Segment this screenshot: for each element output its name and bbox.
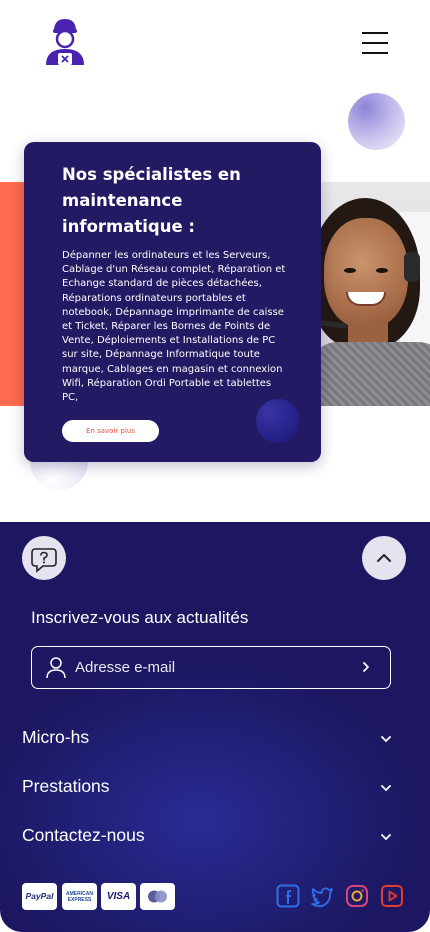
- instagram-icon[interactable]: [345, 884, 369, 908]
- newsletter-title: Inscrivez-vous aux actualités: [31, 608, 249, 627]
- visa-badge: VISA: [101, 883, 136, 910]
- support-agent-photo: [318, 182, 430, 406]
- accordion-micro-hs[interactable]: Micro-hs: [22, 723, 402, 753]
- card-title: Nos spécialistes en maintenance informat…: [62, 165, 241, 236]
- technician-logo-icon[interactable]: [44, 17, 86, 67]
- accordion-label: Contactez-nous: [22, 825, 145, 845]
- chevron-down-icon: [381, 785, 391, 792]
- paypal-badge: PayPal: [22, 883, 57, 910]
- mastercard-icon: [148, 890, 167, 903]
- mastercard-badge: [140, 883, 175, 910]
- card-description: Dépanner les ordinateurs et les Serveurs…: [62, 250, 286, 404]
- chevron-right-icon[interactable]: [359, 660, 373, 674]
- hamburger-menu-icon[interactable]: [362, 30, 390, 56]
- chevron-down-icon: [381, 834, 391, 841]
- chevron-down-icon: [381, 736, 391, 743]
- twitter-icon[interactable]: [310, 884, 334, 908]
- user-icon: [46, 657, 66, 679]
- facebook-icon[interactable]: [276, 884, 300, 908]
- accordion-contactez-nous[interactable]: Contactez-nous: [22, 821, 402, 851]
- amex-badge: AMERICAN EXPRESS: [62, 883, 97, 910]
- accordion-prestations[interactable]: Prestations: [22, 772, 402, 802]
- accordion-label: Prestations: [22, 776, 110, 796]
- help-chat-button[interactable]: [22, 536, 66, 580]
- email-input[interactable]: Adresse e-mail: [31, 646, 391, 689]
- help-chat-icon: [31, 548, 57, 573]
- decorative-bubble: [348, 93, 405, 150]
- site-footer: Inscrivez-vous aux actualités Adresse e-…: [0, 522, 430, 932]
- decorative-bubble: [256, 399, 300, 443]
- back-to-top-button[interactable]: [362, 536, 406, 580]
- accordion-label: Micro-hs: [22, 727, 90, 747]
- chevron-up-icon: [377, 554, 391, 562]
- youtube-icon[interactable]: [380, 884, 404, 908]
- email-placeholder: Adresse e-mail: [75, 659, 176, 676]
- learn-more-button[interactable]: En savoir plus: [62, 420, 159, 442]
- services-card: Nos spécialistes en maintenance informat…: [24, 142, 321, 462]
